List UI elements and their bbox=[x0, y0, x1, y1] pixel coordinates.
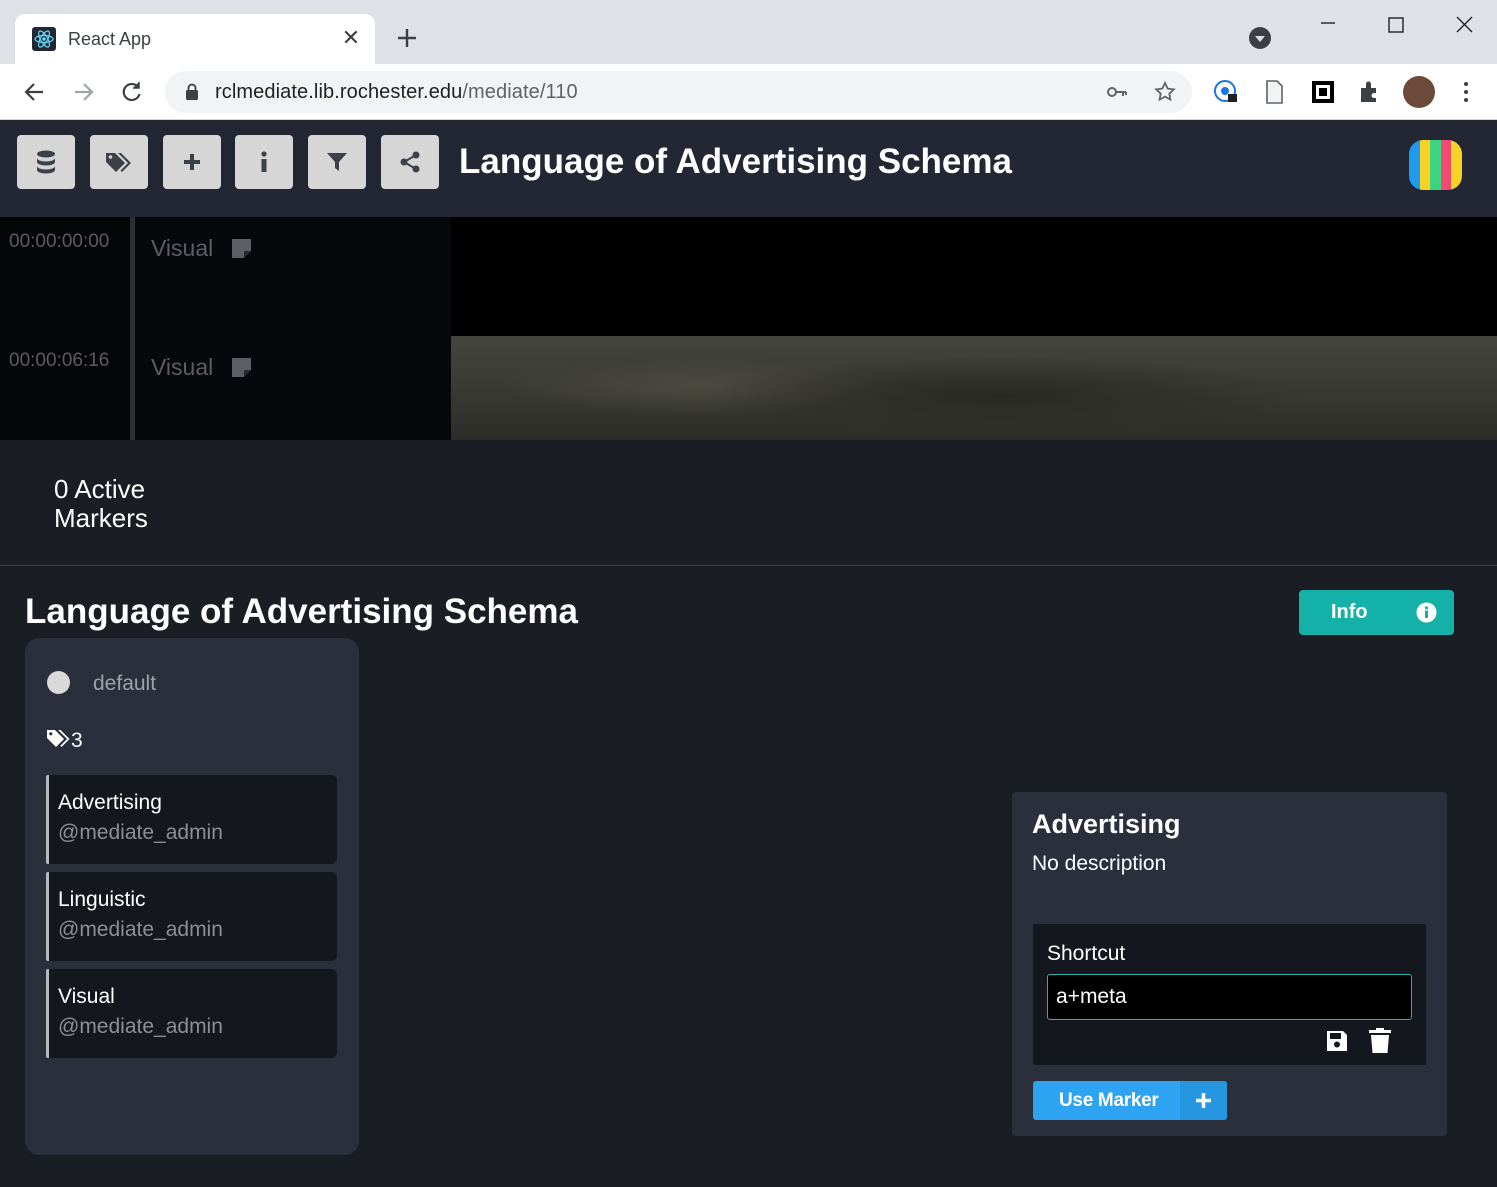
default-label: default bbox=[93, 672, 157, 695]
forward-icon[interactable] bbox=[69, 78, 97, 106]
tag-count: 3 bbox=[71, 729, 83, 752]
database-icon bbox=[37, 150, 55, 174]
app-logo bbox=[1409, 140, 1462, 190]
tag-card-linguistic[interactable]: Linguistic @mediate_admin bbox=[46, 872, 337, 961]
lock-icon bbox=[186, 83, 198, 100]
info-button[interactable] bbox=[235, 135, 293, 189]
sticky-note-icon[interactable] bbox=[231, 238, 252, 259]
add-button[interactable] bbox=[163, 135, 221, 189]
active-markers-section: 0 Active Markers bbox=[0, 440, 1497, 566]
tag-name: Advertising bbox=[58, 791, 162, 814]
info-toggle-button[interactable]: Info bbox=[1299, 590, 1454, 635]
tags-icon bbox=[47, 730, 70, 747]
use-marker-button[interactable]: Use Marker bbox=[1033, 1081, 1227, 1120]
filter-button[interactable] bbox=[308, 135, 366, 189]
plus-icon bbox=[184, 154, 200, 170]
tag-card-advertising[interactable]: Advertising @mediate_admin bbox=[46, 775, 337, 864]
tag-detail-card: Advertising No description Shortcut Use … bbox=[1012, 792, 1447, 1136]
timeline-timestamp: 00:00:00:00 bbox=[0, 217, 130, 336]
database-button[interactable] bbox=[17, 135, 75, 189]
use-marker-plus bbox=[1180, 1081, 1227, 1120]
tag-card-visual[interactable]: Visual @mediate_admin bbox=[46, 969, 337, 1058]
logo-stripe bbox=[1440, 140, 1452, 190]
back-icon[interactable] bbox=[21, 78, 49, 106]
reload-icon[interactable] bbox=[117, 78, 145, 106]
tag-user: @mediate_admin bbox=[58, 1015, 223, 1038]
url-host: rclmediate.lib.rochester.edu bbox=[215, 81, 463, 103]
shortcut-input[interactable] bbox=[1047, 974, 1412, 1020]
tag-name: Visual bbox=[58, 985, 115, 1008]
default-color-dot[interactable] bbox=[47, 671, 70, 694]
address-bar[interactable]: rclmediate.lib.rochester.edu/mediate/110 bbox=[165, 71, 1192, 113]
tags-button[interactable] bbox=[90, 135, 148, 189]
chrome-menu-icon[interactable] bbox=[1452, 78, 1480, 106]
timeline-row[interactable]: 00:00:00:00 Visual bbox=[0, 217, 1497, 336]
logo-stripe bbox=[1419, 140, 1431, 190]
timeline: 00:00:00:00 Visual 00:00:06:16 Visual bbox=[0, 217, 1497, 440]
profile-avatar[interactable] bbox=[1403, 76, 1435, 108]
active-markers-count: 0 Active Markers bbox=[54, 474, 148, 533]
timeline-label-text: Visual bbox=[151, 354, 214, 380]
schema-title: Language of Advertising Schema bbox=[25, 592, 578, 631]
tag-user: @mediate_admin bbox=[58, 821, 223, 844]
timeline-label: Visual bbox=[135, 336, 451, 440]
tab-title: React App bbox=[68, 29, 152, 49]
app-title: Language of Advertising Schema bbox=[459, 142, 1012, 181]
key-icon[interactable] bbox=[1105, 80, 1129, 104]
timeline-row[interactable]: 00:00:06:16 Visual bbox=[0, 336, 1497, 440]
info-circle-icon bbox=[1416, 602, 1437, 623]
new-tab-icon[interactable] bbox=[393, 24, 421, 52]
share-icon bbox=[400, 151, 420, 173]
tag-detail-title: Advertising bbox=[1032, 809, 1181, 839]
puzzle-extensions-icon[interactable] bbox=[1356, 78, 1384, 106]
info-button-label: Info bbox=[1331, 601, 1368, 623]
video-frame-thumbnail bbox=[451, 336, 1497, 440]
document-extension-icon[interactable] bbox=[1260, 78, 1288, 106]
tags-icon bbox=[106, 153, 131, 172]
share-button[interactable] bbox=[381, 135, 439, 189]
maximize-icon[interactable] bbox=[1381, 10, 1411, 40]
url-text: rclmediate.lib.rochester.edu/mediate/110 bbox=[215, 81, 578, 104]
video-frame bbox=[451, 217, 1497, 336]
tab-close-icon[interactable]: ✕ bbox=[339, 27, 363, 51]
tag-detail-description: No description bbox=[1032, 852, 1167, 875]
use-marker-label: Use Marker bbox=[1059, 1090, 1159, 1111]
schema-panel: default 3 Advertising @mediate_admin Lin… bbox=[25, 638, 359, 1155]
logo-stripe bbox=[1430, 140, 1441, 190]
timeline-timestamp: 00:00:06:16 bbox=[0, 336, 130, 440]
plus-icon bbox=[1196, 1093, 1211, 1108]
timeline-label-text: Visual bbox=[151, 235, 214, 261]
bookmark-star-icon[interactable] bbox=[1153, 80, 1177, 104]
browser-toolbar: rclmediate.lib.rochester.edu/mediate/110 bbox=[0, 64, 1497, 120]
trash-icon[interactable] bbox=[1369, 1028, 1391, 1054]
sticky-note-icon[interactable] bbox=[231, 357, 252, 378]
tab-search-dropdown-icon[interactable] bbox=[1249, 27, 1271, 49]
frame-extension-icon[interactable] bbox=[1309, 78, 1337, 106]
react-favicon-icon bbox=[32, 27, 56, 51]
info-icon bbox=[261, 151, 267, 172]
close-window-icon[interactable] bbox=[1449, 10, 1479, 40]
filter-icon bbox=[327, 153, 347, 171]
tag-name: Linguistic bbox=[58, 888, 146, 911]
tag-user: @mediate_admin bbox=[58, 918, 223, 941]
logo-stripe bbox=[1451, 140, 1462, 190]
timeline-label: Visual bbox=[135, 217, 451, 336]
password-extension-icon[interactable] bbox=[1212, 78, 1240, 106]
minimize-icon[interactable] bbox=[1313, 10, 1343, 40]
shortcut-box: Shortcut bbox=[1033, 924, 1426, 1065]
browser-tabstrip: React App ✕ bbox=[0, 0, 1497, 64]
browser-tab[interactable]: React App ✕ bbox=[15, 14, 375, 64]
shortcut-label: Shortcut bbox=[1047, 942, 1126, 965]
save-icon[interactable] bbox=[1325, 1029, 1349, 1053]
app-header: Language of Advertising Schema bbox=[0, 120, 1497, 217]
logo-stripe bbox=[1409, 140, 1420, 190]
url-path: /mediate/110 bbox=[462, 81, 578, 103]
